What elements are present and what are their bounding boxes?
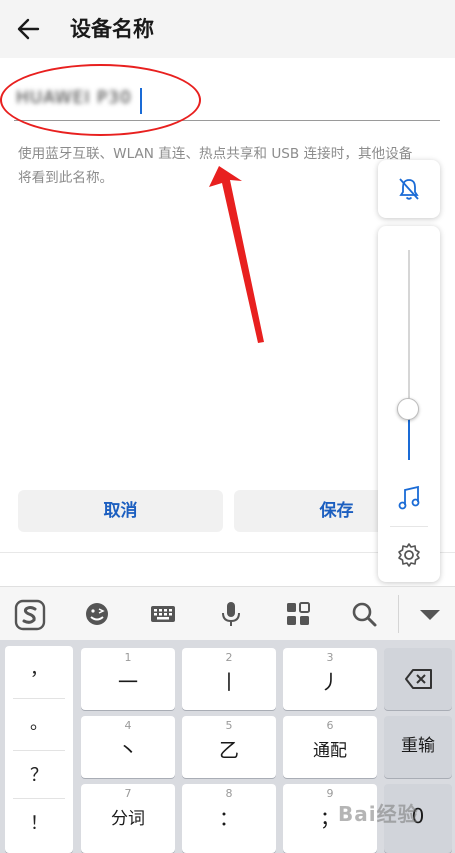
key-number: 4 [124, 719, 132, 732]
bell-off-icon [395, 175, 423, 207]
punct-period[interactable]: 。 [5, 712, 73, 736]
key-5[interactable]: 5 乙 [182, 716, 276, 778]
key-number: 8 [225, 787, 233, 800]
punct-exclaim[interactable]: ！ [5, 812, 73, 836]
key-number: 2 [225, 651, 233, 664]
watermark: Bai经验 [338, 802, 419, 826]
backspace-icon [404, 668, 434, 694]
punct-question[interactable]: ？ [5, 764, 73, 788]
toolbar-divider [398, 595, 399, 633]
key-label: 重输 [401, 736, 435, 756]
key-number: 1 [124, 651, 132, 664]
key-6[interactable]: 6 通配 [283, 716, 377, 778]
volume-slider-thumb[interactable] [397, 397, 419, 420]
page-title: 设备名称 [70, 17, 154, 41]
title-bar: 设备名称 [0, 0, 455, 58]
key-label: ： [219, 806, 239, 830]
microphone-icon[interactable] [216, 599, 246, 629]
key-label: 丨 [219, 670, 239, 694]
search-icon[interactable] [349, 599, 379, 629]
key-2[interactable]: 2 丨 [182, 648, 276, 710]
hint-text: 使用蓝牙互联、WLAN 直连、热点共享和 USB 连接时，其他设备将看到此名称。 [18, 146, 413, 186]
reenter-key[interactable]: 重输 [384, 716, 452, 778]
annotation-oval [0, 64, 201, 136]
punct-comma[interactable]: ， [5, 658, 73, 682]
keyboard-icon[interactable] [148, 599, 178, 629]
key-3[interactable]: 3 丿 [283, 648, 377, 710]
punct-separator [13, 698, 65, 699]
mute-toggle[interactable] [378, 160, 440, 218]
key-4[interactable]: 4 丶 [81, 716, 175, 778]
grid-icon[interactable] [283, 599, 313, 629]
collapse-icon[interactable] [415, 599, 445, 629]
key-7[interactable]: 7 分词 [81, 784, 175, 853]
emoji-icon[interactable] [82, 599, 112, 629]
key-number: 3 [326, 651, 334, 664]
key-number: 6 [326, 719, 334, 732]
key-1[interactable]: 1 一 [81, 648, 175, 710]
key-number: 7 [124, 787, 132, 800]
punctuation-column[interactable]: ， 。 ？ ！ [5, 646, 73, 853]
arrow-left-icon[interactable] [14, 12, 50, 46]
key-label: 丿 [320, 670, 340, 694]
volume-panel [378, 226, 440, 582]
music-note-icon[interactable] [396, 484, 422, 516]
punct-separator [13, 750, 65, 751]
key-label: 乙 [219, 738, 239, 762]
key-label: 分词 [111, 809, 145, 829]
sogou-logo-icon[interactable] [14, 599, 46, 631]
key-number: 5 [225, 719, 233, 732]
cancel-button[interactable]: 取消 [18, 490, 223, 532]
keyboard-toolbar [0, 586, 455, 641]
gear-icon[interactable] [396, 542, 422, 572]
punct-separator [13, 798, 65, 799]
panel-separator [390, 526, 428, 527]
key-8[interactable]: 8 ： [182, 784, 276, 853]
key-label: 通配 [313, 741, 347, 761]
delete-key[interactable] [384, 648, 452, 710]
key-label: 一 [118, 670, 138, 694]
key-label: 丶 [118, 738, 138, 762]
